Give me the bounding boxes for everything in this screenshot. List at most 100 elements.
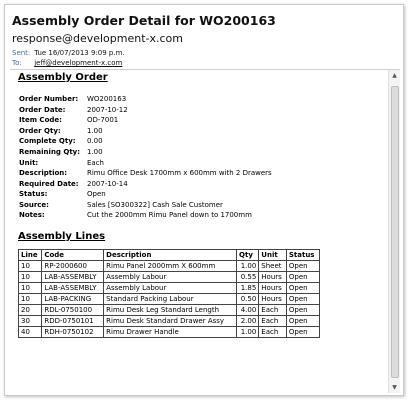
table-cell: Assembly Labour — [103, 281, 238, 294]
detail-value: Rimu Office Desk 1700mm x 600mm with 2 D… — [87, 169, 272, 178]
table-row: 10 LAB-PACKING Standard Packing Labour 0.50… — [17, 292, 321, 305]
sent-value: Tue 16/07/2013 9:09 p.m. — [34, 49, 125, 57]
table-cell: 1.00 — [236, 325, 260, 338]
table-cell: Open — [285, 325, 321, 338]
table-cell: Open — [285, 303, 321, 316]
detail-value: OD-7001 — [87, 116, 119, 125]
to-label: To: — [12, 59, 22, 67]
column-header: Qty — [236, 248, 260, 261]
table-header-row: Line Code Description Qty Unit Status — [17, 248, 321, 261]
detail-row: Required Date: 2007-10-14 — [19, 178, 384, 189]
table-cell: 0.50 — [236, 292, 260, 305]
order-details: Order Number: WO200163 Order Date: 2007-10-… — [19, 94, 384, 221]
table-cell: 1.00 — [236, 259, 260, 272]
table-cell: 2.00 — [236, 314, 260, 327]
table-cell: RDL-0750100 — [41, 303, 105, 316]
detail-value: Sales [SO300322] Cash Sale Customer — [87, 200, 223, 209]
message-body[interactable]: Assembly Order Order Number: WO200163 Orde… — [10, 69, 400, 393]
scroll-up-arrow-icon[interactable]: ▲ — [389, 70, 400, 82]
table-cell: Open — [285, 314, 321, 327]
table-row: 20 RDL-0750100 Rimu Desk Leg Standard Leng… — [17, 303, 321, 316]
table-row: 30 RDD-0750101 Rimu Desk Standard Drawer A… — [17, 314, 321, 327]
table-cell: RDH-0750102 — [41, 325, 105, 338]
detail-value: Cut the 2000mm Rimu Panel down to 1700mm — [87, 211, 252, 220]
table-cell: 20 — [17, 303, 43, 316]
table-cell: 10 — [17, 270, 43, 283]
detail-label: Unit: — [19, 158, 39, 167]
table-cell: LAB-PACKING — [41, 292, 105, 305]
detail-value: 1.00 — [87, 148, 103, 156]
table-row: 10 RP-2000600 Rimu Panel 2000mm X 600mm 1.0… — [17, 259, 321, 272]
detail-label: Order Date: — [19, 105, 66, 114]
detail-label: Item Code: — [19, 116, 62, 125]
table-cell: Each — [258, 325, 287, 338]
detail-value: WO200163 — [87, 95, 127, 104]
table-cell: 10 — [17, 292, 43, 305]
detail-label: Complete Qty: — [19, 137, 76, 146]
sent-label: Sent: — [12, 49, 31, 57]
table-cell: 30 — [17, 314, 43, 327]
to-recipient-link[interactable]: jeff@development-x.com — [34, 59, 122, 67]
email-sender[interactable]: response@development-x.com — [12, 32, 183, 45]
table-row: 10 LAB-ASSEMBLY Assembly Labour 1.85 Hours Op… — [17, 281, 321, 294]
detail-label: Notes: — [19, 211, 45, 220]
detail-value: Open — [87, 190, 106, 199]
scrollbar-thumb[interactable] — [391, 86, 399, 378]
detail-row: Unit: Each — [19, 157, 384, 168]
table-cell: Open — [285, 270, 321, 283]
detail-row: Description: Rimu Office Desk 1700mm x 60… — [19, 168, 384, 179]
table-cell: Each — [258, 303, 287, 316]
table-cell: Rimu Desk Leg Standard Length — [103, 303, 238, 316]
email-window: Assembly Order Detail for WO200163 respo… — [4, 4, 404, 396]
sent-row: Sent: Tue 16/07/2013 9:09 p.m. — [12, 49, 125, 57]
detail-row: Status: Open — [19, 189, 384, 200]
table-cell: Open — [285, 259, 321, 272]
table-cell: Each — [258, 314, 287, 327]
table-cell: Rimu Panel 2000mm X 600mm — [103, 259, 238, 272]
detail-row: Remaining Qty: 1.00 — [19, 147, 384, 158]
vertical-scrollbar[interactable]: ▲ ▼ — [388, 70, 400, 393]
table-cell: 40 — [17, 325, 43, 338]
table-cell: Sheet — [258, 259, 287, 272]
detail-value: 2007-10-14 — [87, 179, 128, 188]
table-cell: 4.00 — [236, 303, 260, 316]
detail-label: Remaining Qty: — [19, 148, 81, 156]
detail-value: 1.00 — [87, 126, 103, 135]
detail-row: Order Number: WO200163 — [19, 94, 384, 105]
detail-row: Complete Qty: 0.00 — [19, 136, 384, 147]
detail-label: Required Date: — [19, 179, 79, 188]
column-header: Description — [103, 248, 238, 261]
table-cell: 10 — [17, 281, 43, 294]
column-header: Line — [17, 248, 43, 261]
table-cell: RDD-0750101 — [41, 314, 105, 327]
scroll-down-arrow-icon[interactable]: ▼ — [389, 382, 400, 393]
table-cell: RP-2000600 — [41, 259, 105, 272]
detail-label: Order Number: — [19, 95, 79, 104]
detail-label: Source: — [19, 200, 49, 209]
table-cell: Rimu Desk Standard Drawer Assy — [103, 314, 238, 327]
table-row: 10 LAB-ASSEMBLY Assembly Labour 0.55 Hours Op… — [17, 270, 321, 283]
to-row: To: jeff@development-x.com — [12, 59, 122, 67]
detail-value: Each — [87, 158, 104, 167]
detail-row: Notes: Cut the 2000mm Rimu Panel down to … — [19, 210, 384, 221]
column-header: Status — [285, 248, 321, 261]
detail-row: Item Code: OD-7001 — [19, 115, 384, 126]
detail-label: Status: — [19, 190, 48, 199]
email-subject: Assembly Order Detail for WO200163 — [12, 13, 276, 28]
table-row: 40 RDH-0750102 Rimu Drawer Handle 1.00 Each O… — [17, 325, 321, 338]
table-cell: Rimu Drawer Handle — [103, 325, 238, 338]
assembly-order-heading: Assembly Order — [18, 72, 108, 83]
detail-row: Source: Sales [SO300322] Cash Sale Custom… — [19, 199, 384, 210]
table-cell: LAB-ASSEMBLY — [41, 281, 105, 294]
table-cell: LAB-ASSEMBLY — [41, 270, 105, 283]
assembly-lines-table: Line Code Description Qty Unit Status 10 RP-20… — [17, 248, 321, 338]
table-cell: Hours — [258, 292, 287, 305]
table-cell: 1.85 — [236, 281, 260, 294]
assembly-lines-heading: Assembly Lines — [18, 230, 106, 242]
table-cell: 0.55 — [236, 270, 260, 283]
table-cell: Hours — [258, 281, 287, 294]
table-cell: Standard Packing Labour — [103, 292, 238, 305]
detail-row: Order Qty: 1.00 — [19, 126, 384, 137]
detail-value: 0.00 — [87, 137, 103, 146]
detail-label: Description: — [19, 169, 68, 178]
